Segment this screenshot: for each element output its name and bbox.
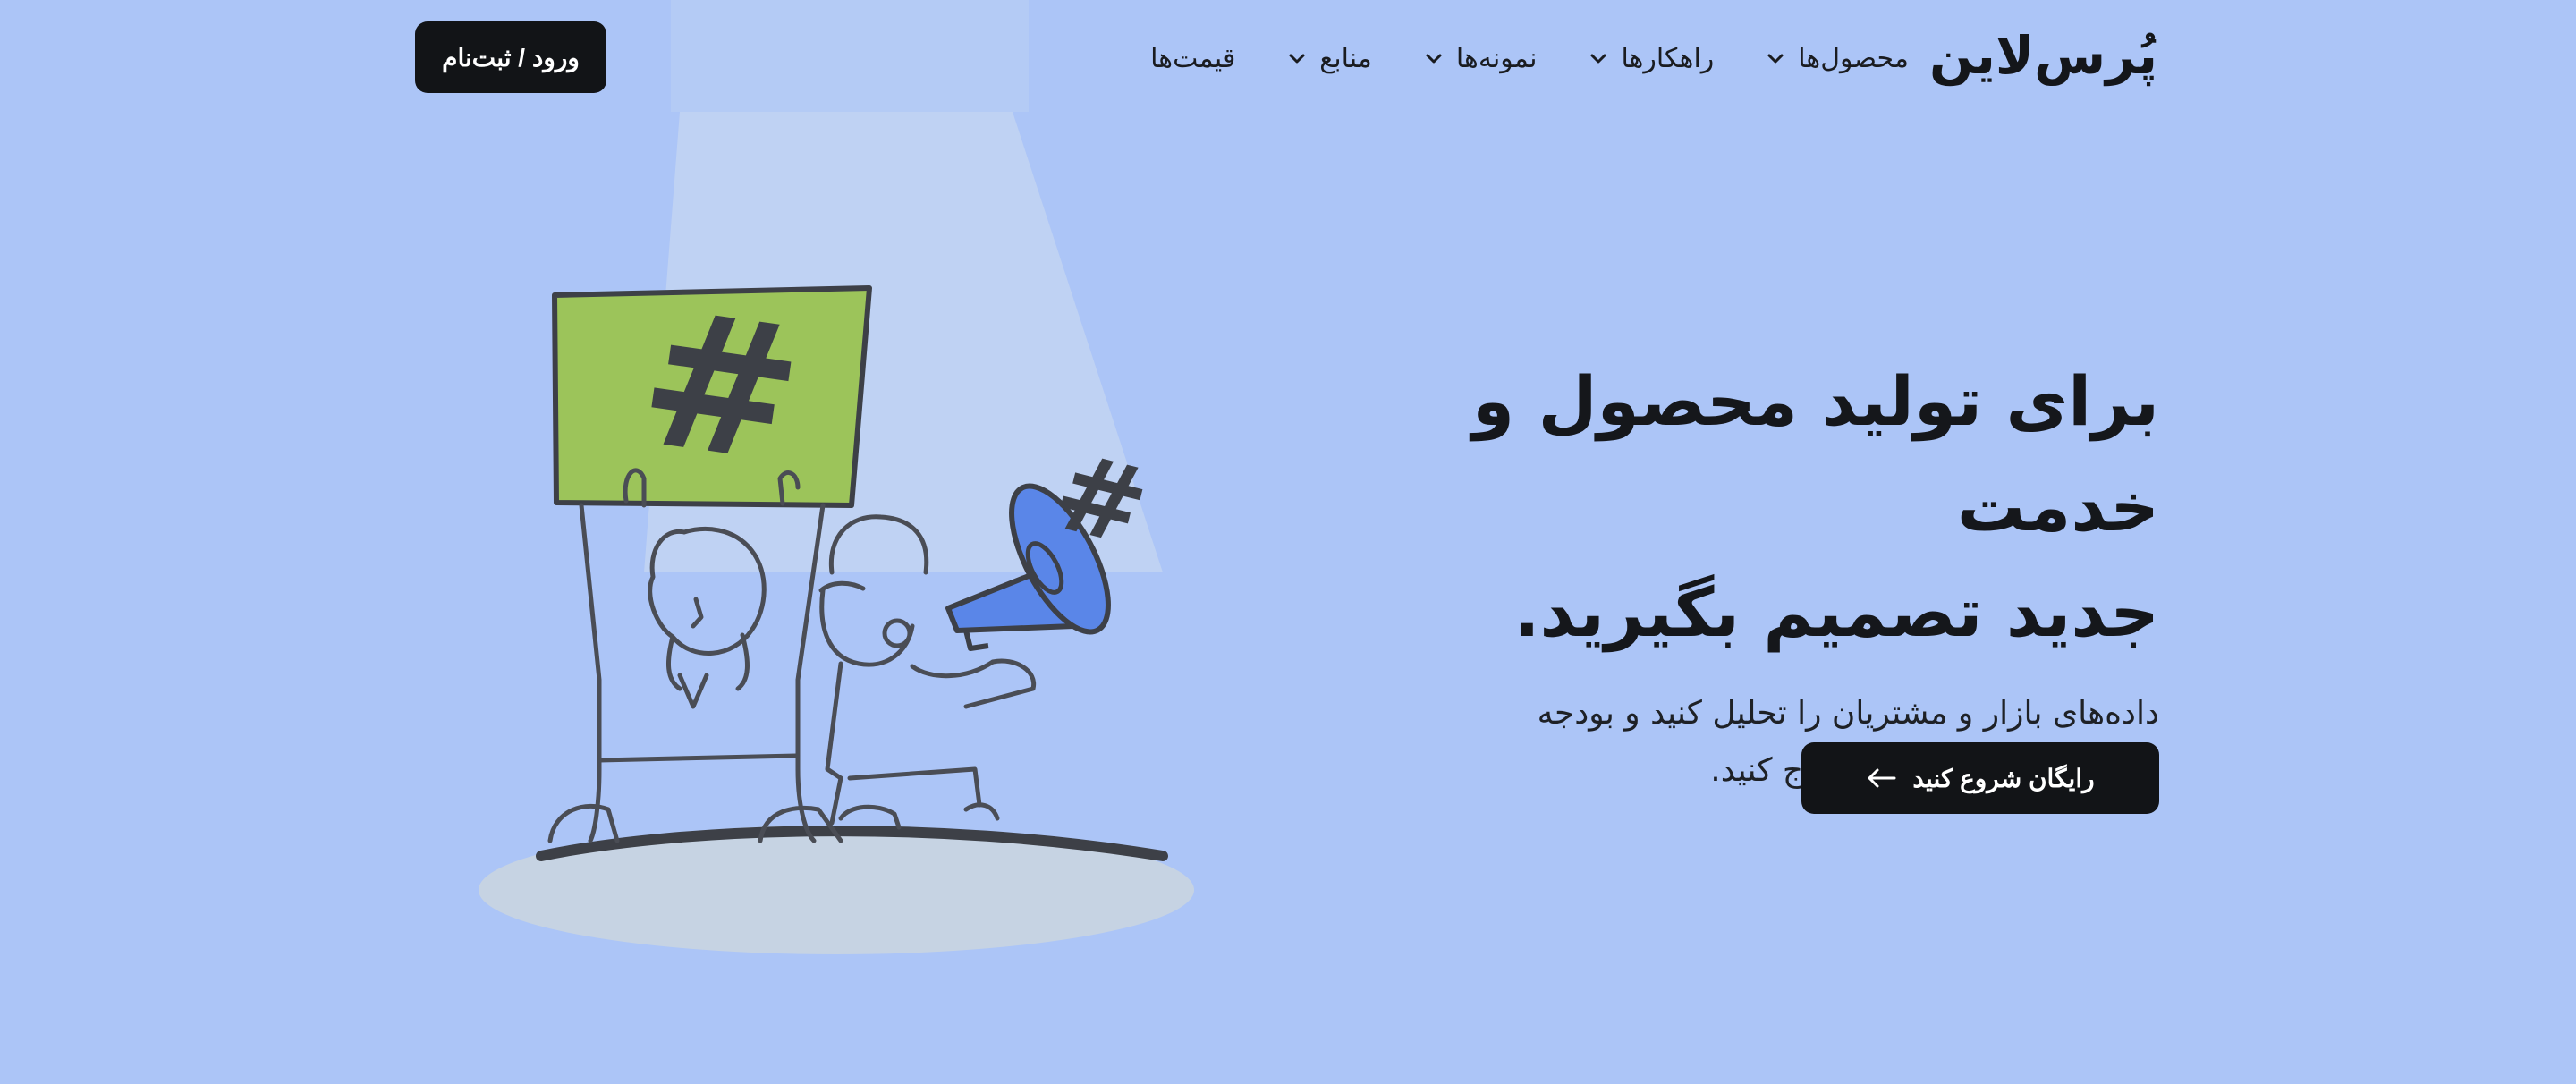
arrow-left-icon bbox=[1866, 767, 1896, 789]
nav-item-label: منابع bbox=[1319, 42, 1372, 74]
brand-logo[interactable]: پُرس‌لاین bbox=[1929, 20, 2158, 91]
chevron-down-icon bbox=[1287, 48, 1307, 68]
main-nav: محصول‌ها راهکارها نمونه‌ها منابع bbox=[1150, 27, 1909, 89]
hero-illustration: # # bbox=[465, 0, 1216, 984]
nav-item-label: راهکارها bbox=[1621, 42, 1715, 74]
nav-item-label: محصول‌ها bbox=[1798, 42, 1909, 74]
nav-item-samples[interactable]: نمونه‌ها bbox=[1424, 42, 1538, 74]
headline-line-2: جدید تصمیم بگیرید. bbox=[1513, 572, 2160, 652]
spotlight-source bbox=[671, 0, 1029, 112]
chevron-down-icon bbox=[1766, 48, 1785, 68]
nav-item-solutions[interactable]: راهکارها bbox=[1589, 43, 1714, 74]
subtext-line-1: داده‌های بازار و مشتریان را تحلیل کنید و… bbox=[1537, 695, 2159, 732]
cta-label: رایگان شروع کنید bbox=[1912, 764, 2095, 792]
nav-item-resources[interactable]: منابع bbox=[1287, 43, 1372, 74]
site-header: پُرس‌لاین محصول‌ها راهکارها نمونه‌ها bbox=[0, 0, 2576, 114]
protest-illustration: # # bbox=[479, 0, 1194, 954]
sign-hashtag-icon: # bbox=[628, 267, 814, 506]
landing-page: پُرس‌لاین محصول‌ها راهکارها نمونه‌ها bbox=[0, 0, 2576, 1084]
headline-line-1: برای تولید محصول و خدمت bbox=[1471, 361, 2160, 546]
hero-copy: برای تولید محصول و خدمت جدید تصمیم بگیری… bbox=[1354, 349, 2160, 800]
nav-item-label: نمونه‌ها bbox=[1455, 42, 1538, 74]
nav-item-products[interactable]: محصول‌ها bbox=[1766, 43, 1909, 74]
hero-headline: برای تولید محصول و خدمت جدید تصمیم بگیری… bbox=[1354, 349, 2160, 665]
chevron-down-icon bbox=[1424, 48, 1444, 68]
chevron-down-icon bbox=[1589, 48, 1608, 68]
start-free-button[interactable]: رایگان شروع کنید bbox=[1801, 742, 2159, 814]
